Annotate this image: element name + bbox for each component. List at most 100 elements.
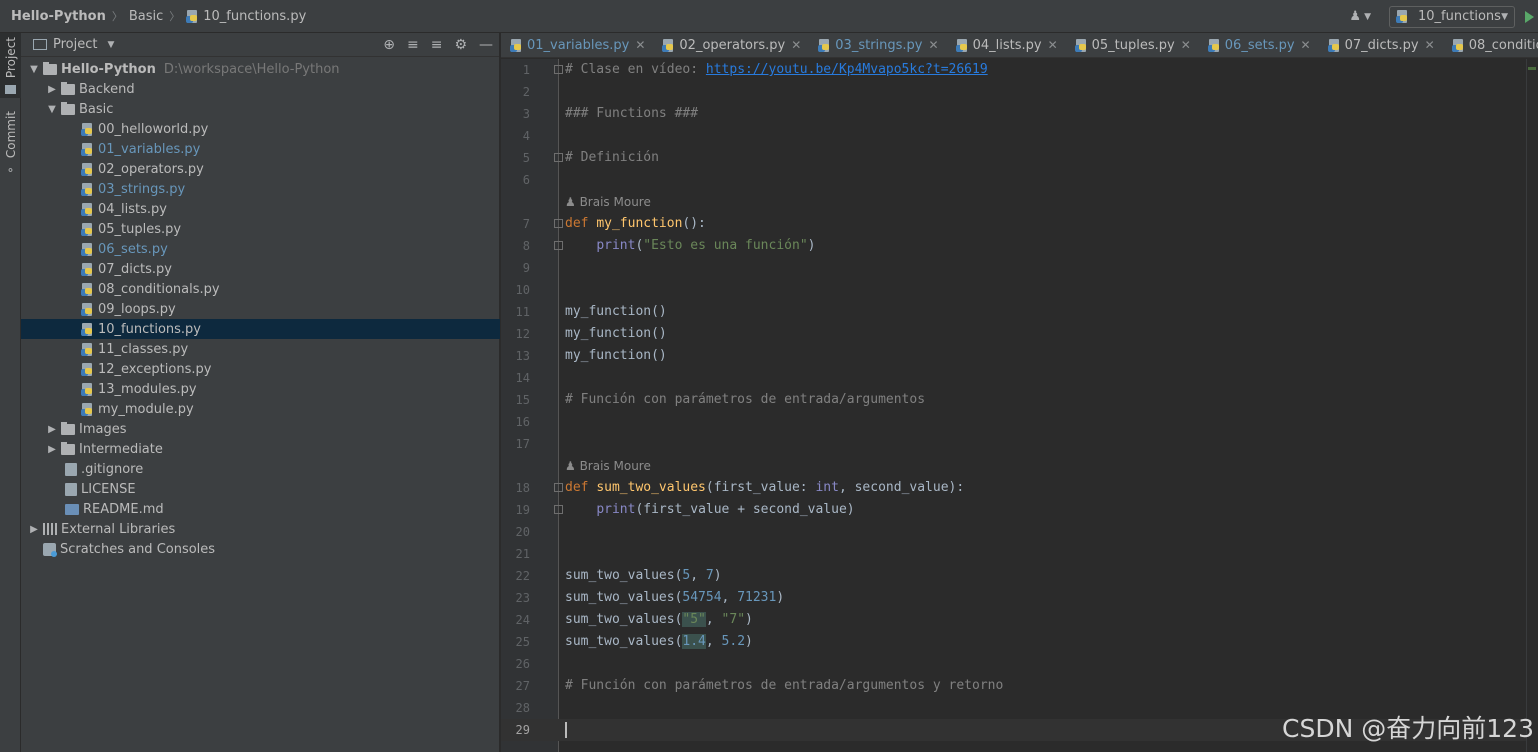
chevron-right-icon[interactable]: ▶ <box>45 424 59 435</box>
code-line[interactable]: 23 sum_two_values(54754, 71231) <box>501 587 1538 609</box>
tree-file-license[interactable]: LICENSE <box>21 479 500 499</box>
tree-item-basic[interactable]: ▼ Basic <box>21 99 500 119</box>
code-line[interactable]: 4 <box>501 125 1538 147</box>
code-line[interactable]: 25 sum_two_values(1.4, 5.2) <box>501 631 1538 653</box>
fold-icon[interactable] <box>554 483 563 492</box>
tree-file-12-exceptions[interactable]: 12_exceptions.py <box>21 359 500 379</box>
close-icon[interactable]: ✕ <box>1181 38 1191 52</box>
expand-all-icon[interactable]: ≡ <box>407 37 419 53</box>
tree-file-readme[interactable]: README.md <box>21 499 500 519</box>
run-icon[interactable] <box>1525 10 1534 23</box>
code-line[interactable]: 5 # Definición <box>501 147 1538 169</box>
tree-item-backend[interactable]: ▶ Backend <box>21 79 500 99</box>
locate-icon[interactable]: ⊕ <box>383 37 395 53</box>
code-line[interactable]: 11 my_function() <box>501 301 1538 323</box>
tree-file-01-variables[interactable]: 01_variables.py <box>21 139 500 159</box>
run-configuration-dropdown[interactable]: 10_functions ▼ <box>1389 5 1515 28</box>
tab-01-variables[interactable]: 01_variables.py ✕ <box>501 33 653 57</box>
tree-file-10-functions[interactable]: 10_functions.py <box>21 319 500 339</box>
code-line[interactable]: 17 <box>501 433 1538 455</box>
code-line[interactable]: 10 <box>501 279 1538 301</box>
tree-file-11-classes[interactable]: 11_classes.py <box>21 339 500 359</box>
user-account-icon[interactable]: ♟ ▼ <box>1349 9 1371 24</box>
code-line[interactable]: 8 print("Esto es una función") <box>501 235 1538 257</box>
code-line[interactable]: 14 <box>501 367 1538 389</box>
tree-file-06-sets[interactable]: 06_sets.py <box>21 239 500 259</box>
breadcrumb-project[interactable]: Hello-Python <box>0 0 106 33</box>
tab-06-sets[interactable]: 06_sets.py ✕ <box>1199 33 1319 57</box>
chevron-down-icon[interactable]: ▼ <box>45 104 59 115</box>
fold-icon[interactable] <box>554 153 563 162</box>
tree-item-images[interactable]: ▶ Images <box>21 419 500 439</box>
tree-item-label: README.md <box>83 501 164 517</box>
tree-file-03-strings[interactable]: 03_strings.py <box>21 179 500 199</box>
breadcrumb-folder[interactable]: Basic <box>129 0 163 33</box>
code-line[interactable]: 3 ### Functions ### <box>501 103 1538 125</box>
tree-item-intermediate[interactable]: ▶ Intermediate <box>21 439 500 459</box>
tree-file-gitignore[interactable]: .gitignore <box>21 459 500 479</box>
code-line[interactable]: 15 # Función con parámetros de entrada/ar… <box>501 389 1538 411</box>
close-icon[interactable]: ✕ <box>1048 38 1058 52</box>
code-line[interactable]: 12 my_function() <box>501 323 1538 345</box>
code-line[interactable]: 13 my_function() <box>501 345 1538 367</box>
close-icon[interactable]: ✕ <box>929 38 939 52</box>
tab-08-conditionals[interactable]: 08_conditionals.py ✕ <box>1443 33 1538 57</box>
tree-item-external-libraries[interactable]: ▶ External Libraries <box>21 519 500 539</box>
collapse-all-icon[interactable]: ≡ <box>431 37 443 53</box>
tree-file-02-operators[interactable]: 02_operators.py <box>21 159 500 179</box>
tree-file-13-modules[interactable]: 13_modules.py <box>21 379 500 399</box>
fold-icon[interactable] <box>554 219 563 228</box>
fold-icon[interactable] <box>554 241 563 250</box>
code-line[interactable]: 9 <box>501 257 1538 279</box>
tab-03-strings[interactable]: 03_strings.py ✕ <box>809 33 946 57</box>
code-line[interactable]: 22 sum_two_values(5, 7) <box>501 565 1538 587</box>
project-tool-tab[interactable]: Project <box>0 33 21 99</box>
warning-marker[interactable] <box>1528 67 1536 70</box>
fold-icon[interactable] <box>554 65 563 74</box>
code-line[interactable]: 2 <box>501 81 1538 103</box>
tab-02-operators[interactable]: 02_operators.py ✕ <box>653 33 809 57</box>
tree-file-04-lists[interactable]: 04_lists.py <box>21 199 500 219</box>
tree-item-scratches[interactable]: Scratches and Consoles <box>21 539 500 559</box>
code-line[interactable]: 18 def sum_two_values(first_value: int, s… <box>501 477 1538 499</box>
tab-05-tuples[interactable]: 05_tuples.py ✕ <box>1066 33 1199 57</box>
code-author-hint[interactable]: ♟ Brais Moure <box>565 455 651 477</box>
close-icon[interactable]: ✕ <box>635 38 645 52</box>
commit-tool-tab[interactable]: Commit ⚬ <box>0 107 21 177</box>
chevron-down-icon[interactable]: ▼ <box>27 64 41 75</box>
tree-file-my-module[interactable]: my_module.py <box>21 399 500 419</box>
editor-scrollbar[interactable] <box>1526 59 1538 752</box>
code-line[interactable]: 24 sum_two_values("5", "7") <box>501 609 1538 631</box>
code-line[interactable]: 21 <box>501 543 1538 565</box>
code-line[interactable]: 1 # Clase en vídeo: https://youtu.be/Kp4M… <box>501 59 1538 81</box>
tab-07-dicts[interactable]: 07_dicts.py ✕ <box>1319 33 1443 57</box>
close-icon[interactable]: ✕ <box>791 38 801 52</box>
code-line[interactable]: 26 <box>501 653 1538 675</box>
code-line[interactable]: 27 # Función con parámetros de entrada/ar… <box>501 675 1538 697</box>
project-view-selector[interactable]: Project ▼ <box>33 37 114 52</box>
code-line[interactable]: 16 <box>501 411 1538 433</box>
code-author-hint[interactable]: ♟ Brais Moure <box>565 191 651 213</box>
chevron-right-icon[interactable]: ▶ <box>45 444 59 455</box>
tree-file-05-tuples[interactable]: 05_tuples.py <box>21 219 500 239</box>
code-line[interactable]: 20 <box>501 521 1538 543</box>
fold-icon[interactable] <box>554 505 563 514</box>
close-icon[interactable]: ✕ <box>1301 38 1311 52</box>
chevron-right-icon[interactable]: ▶ <box>27 524 41 535</box>
tab-04-lists[interactable]: 04_lists.py ✕ <box>947 33 1066 57</box>
code-link[interactable]: https://youtu.be/Kp4Mvapo5kc?t=26619 <box>706 62 988 77</box>
hide-panel-icon[interactable]: — <box>479 37 493 53</box>
tree-file-09-loops[interactable]: 09_loops.py <box>21 299 500 319</box>
code-editor[interactable]: 1 # Clase en vídeo: https://youtu.be/Kp4M… <box>501 59 1538 752</box>
code-line[interactable]: 6 <box>501 169 1538 191</box>
tree-root-hello-python[interactable]: ▼ Hello-Python D:\workspace\Hello-Python <box>21 59 500 79</box>
tree-file-07-dicts[interactable]: 07_dicts.py <box>21 259 500 279</box>
breadcrumb-file[interactable]: 10_functions.py <box>186 0 306 33</box>
code-line[interactable]: 7 def my_function(): <box>501 213 1538 235</box>
chevron-right-icon[interactable]: ▶ <box>45 84 59 95</box>
tree-file-00-helloworld[interactable]: 00_helloworld.py <box>21 119 500 139</box>
gear-icon[interactable]: ⚙ <box>454 37 467 53</box>
tree-file-08-conditionals[interactable]: 08_conditionals.py <box>21 279 500 299</box>
code-line[interactable]: 19 print(first_value + second_value) <box>501 499 1538 521</box>
close-icon[interactable]: ✕ <box>1425 38 1435 52</box>
